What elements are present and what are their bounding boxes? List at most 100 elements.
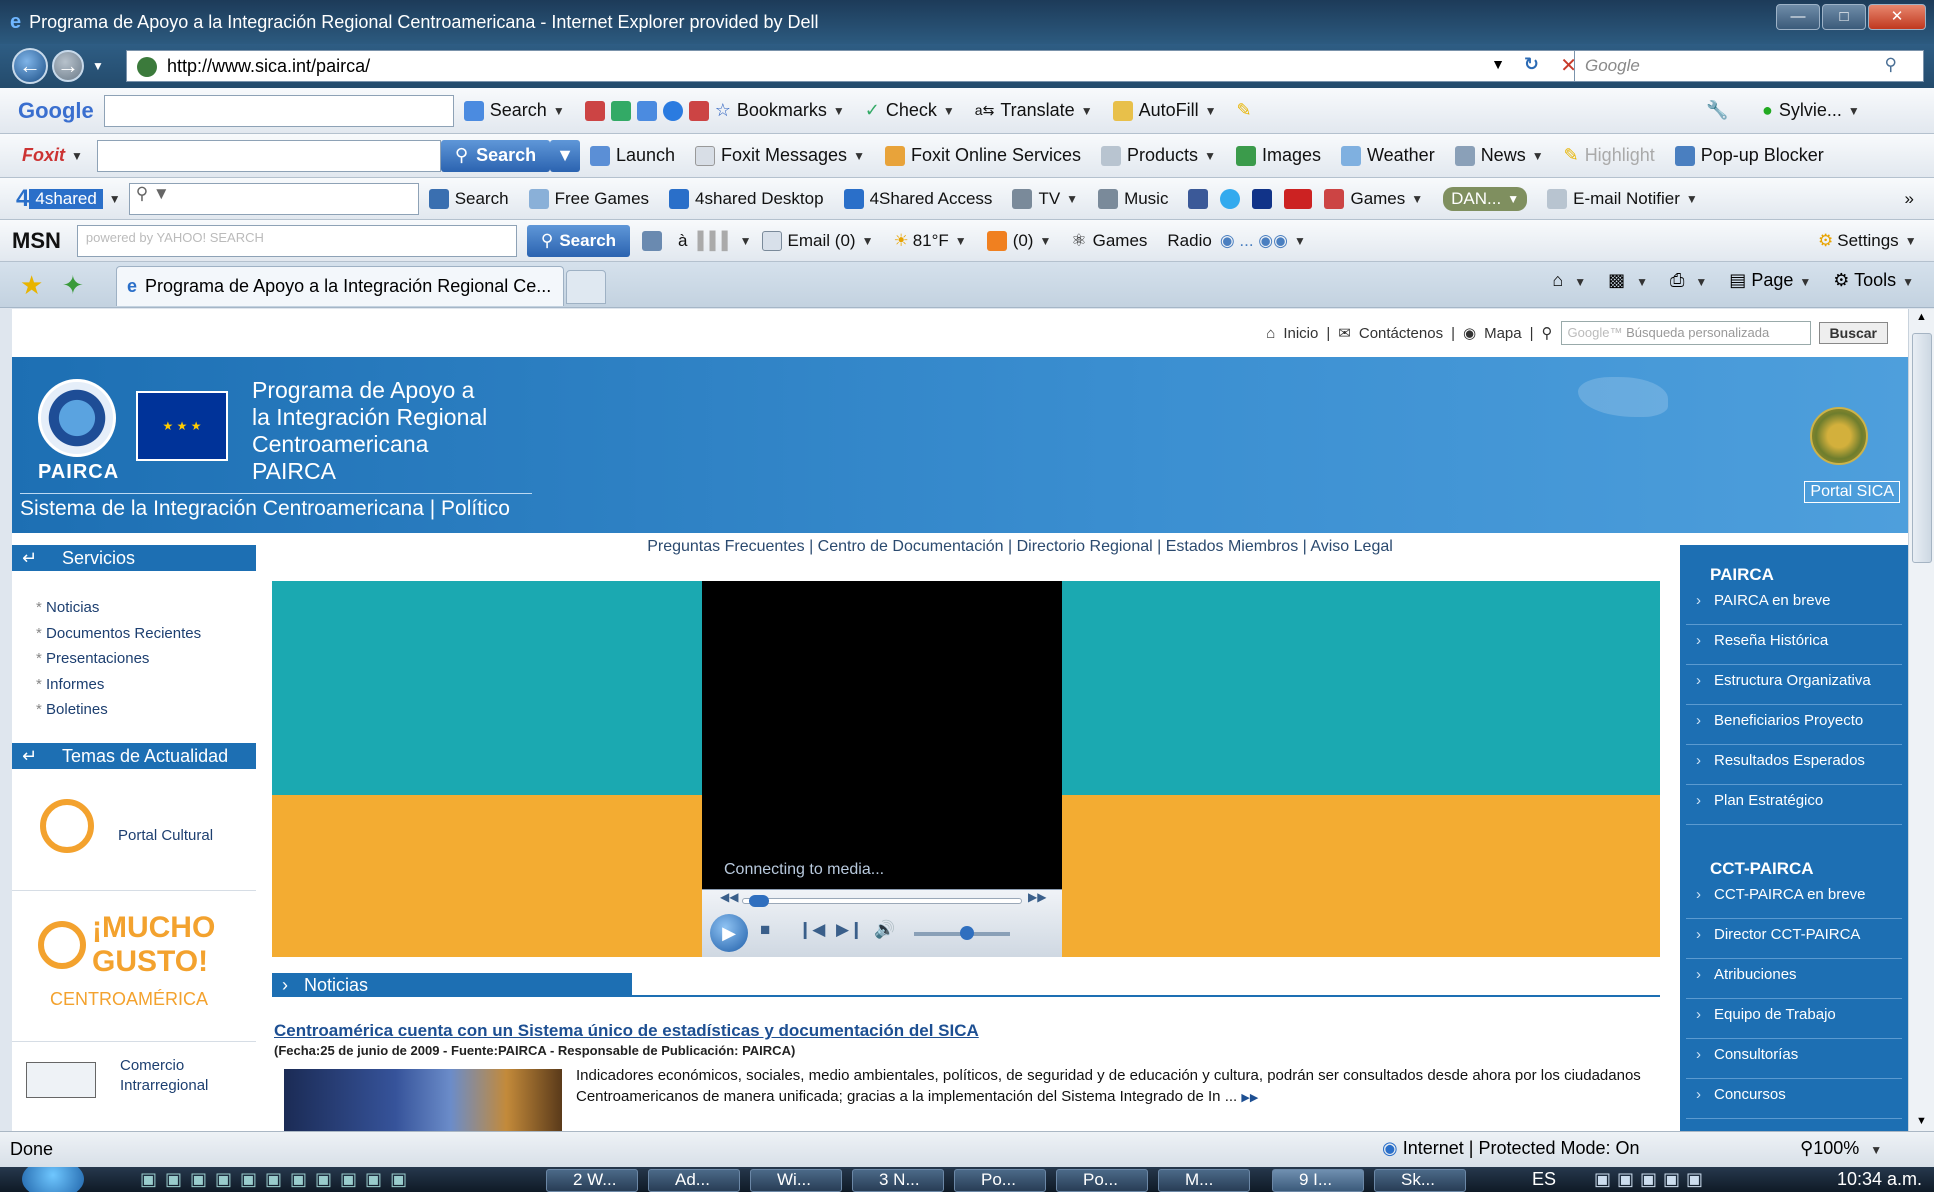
products-button[interactable]: Products ▼	[1101, 145, 1216, 166]
volume-slider[interactable]	[914, 926, 1010, 940]
topnav-contactenos[interactable]: Contáctenos	[1359, 325, 1443, 342]
minimize-button[interactable]: —	[1776, 4, 1820, 30]
sidebar-item-beneficiarios[interactable]: Beneficiarios Proyecto	[1686, 705, 1902, 745]
topnav-mapa[interactable]: Mapa	[1484, 325, 1522, 342]
foxit-search-dropdown-icon[interactable]: ▼	[550, 139, 580, 172]
myspace-icon[interactable]	[1252, 188, 1278, 209]
list-item[interactable]: Documentos Recientes	[36, 621, 201, 647]
msn-rss-button[interactable]: (0) ▼	[986, 230, 1051, 251]
refresh-icon[interactable]: ↻	[1524, 54, 1539, 75]
4shared-search-button[interactable]: Search	[428, 188, 509, 209]
msn-radio-button[interactable]: Radio ◉ ... ◉◉ ▼	[1167, 231, 1305, 251]
next-icon[interactable]: ▶❙	[836, 920, 863, 940]
scroll-down-icon[interactable]: ▼	[1916, 1115, 1927, 1127]
shield-icon[interactable]	[642, 230, 668, 251]
sidebar-item-plan-estrategico[interactable]: Plan Estratégico	[1686, 785, 1902, 825]
volume-icon[interactable]: 🔊	[874, 920, 895, 940]
taskbar-item[interactable]: Po...	[954, 1169, 1046, 1192]
topnav-inicio[interactable]: Inicio	[1283, 325, 1318, 342]
foxit-search-button[interactable]: ⚲ Search	[440, 139, 551, 172]
taskbar-item[interactable]: Po...	[1056, 1169, 1148, 1192]
page-menu[interactable]: ▤ Page ▼	[1729, 270, 1811, 291]
seek-knob[interactable]	[749, 895, 769, 907]
add-favorites-icon[interactable]: ✦	[62, 270, 84, 301]
google-user-menu[interactable]: ● Sylvie... ▼	[1762, 100, 1860, 121]
favorites-star-icon[interactable]: ★	[20, 270, 43, 301]
sidebar-item-director[interactable]: Director CCT-PAIRCA	[1686, 919, 1902, 959]
news-button[interactable]: News ▼	[1454, 145, 1544, 166]
home-icon[interactable]: ⌂ ▼	[1552, 270, 1586, 291]
address-dropdown-icon[interactable]: ▼	[1491, 56, 1505, 72]
taskbar-item[interactable]: M...	[1158, 1169, 1250, 1192]
address-url[interactable]: http://www.sica.int/pairca/	[167, 56, 370, 77]
bookmarks-button[interactable]: ☆ Bookmarks ▼	[584, 100, 845, 121]
search-icon[interactable]: ⚲	[1885, 55, 1897, 75]
font-icon[interactable]: à	[678, 231, 687, 251]
system-clock[interactable]: 10:34 a.m.	[1837, 1169, 1922, 1190]
pencil-icon[interactable]: ✎	[1237, 100, 1252, 121]
mucho-gusto-promo[interactable]: ¡MUCHO GUSTO! CENTROAMÉRICA	[12, 891, 256, 1041]
comercio-promo[interactable]: Comercio Intrarregional	[12, 1041, 256, 1131]
print-icon[interactable]: ⎙ ▼	[1670, 270, 1707, 291]
msn-search-button[interactable]: ⚲ Search	[526, 224, 631, 257]
news-thumbnail[interactable]	[284, 1069, 562, 1131]
msn-weather-button[interactable]: ☀ 81°F ▼	[893, 231, 966, 251]
security-zone[interactable]: ◉ Internet | Protected Mode: On	[1382, 1138, 1640, 1159]
comercio-link[interactable]: Comercio Intrarregional	[120, 1056, 250, 1096]
youtube-icon[interactable]	[1284, 188, 1318, 209]
list-item[interactable]: Informes	[36, 672, 201, 698]
popup-blocker-button[interactable]: Pop-up Blocker	[1674, 145, 1824, 166]
start-button[interactable]	[22, 1167, 84, 1192]
4shared-search-input[interactable]: ⚲ ▼	[128, 182, 419, 215]
maximize-button[interactable]: □	[1822, 4, 1866, 30]
news-headline-link[interactable]: Centroamérica cuenta con un Sistema únic…	[274, 1021, 979, 1041]
buscar-button[interactable]: Buscar	[1818, 322, 1888, 344]
4shared-logo[interactable]: 4 4shared ▼	[16, 185, 121, 213]
tab-active[interactable]: e Programa de Apoyo a la Integración Reg…	[116, 266, 564, 306]
email-notifier-button[interactable]: E-mail Notifier ▼	[1547, 188, 1698, 209]
taskbar-item[interactable]: Sk...	[1374, 1169, 1466, 1192]
pairca-logo-icon[interactable]	[38, 379, 116, 457]
stop-icon[interactable]: ■	[760, 920, 770, 940]
zoom-level[interactable]: ⚲100% ▼	[1800, 1138, 1882, 1159]
msn-search-input[interactable]: powered by YAHOO! SEARCH	[76, 224, 517, 257]
new-tab-button[interactable]	[566, 270, 606, 304]
volume-knob[interactable]	[960, 926, 974, 940]
msn-settings-button[interactable]: ⚙ Settings ▼	[1818, 231, 1917, 251]
launch-button[interactable]: Launch	[589, 145, 675, 166]
more-arrow-icon[interactable]: ▶▶	[1241, 1092, 1258, 1104]
radio-player[interactable]: DAN... ▼	[1443, 186, 1528, 211]
list-item[interactable]: Boletines	[36, 697, 201, 723]
language-indicator[interactable]: ES	[1532, 1169, 1556, 1190]
list-item[interactable]: Noticias	[36, 595, 201, 621]
google-search-button[interactable]: Search ▼	[463, 100, 565, 121]
tools-menu[interactable]: ⚙ Tools ▼	[1833, 270, 1914, 291]
toolbar-overflow-icon[interactable]: »	[1905, 189, 1914, 209]
sidebar-item-atribuciones[interactable]: Atribuciones	[1686, 959, 1902, 999]
taskbar-item[interactable]: 2 W...	[546, 1169, 638, 1192]
sidebar-item-resultados[interactable]: Resultados Esperados	[1686, 745, 1902, 785]
feeds-icon[interactable]: ▩ ▼	[1608, 270, 1648, 291]
taskbar-item[interactable]: 3 N...	[852, 1169, 944, 1192]
sidebar-item-pairca-en-breve[interactable]: PAIRCA en breve	[1686, 585, 1902, 625]
foxit-logo[interactable]: Foxit ▼	[22, 145, 83, 166]
browser-search-input[interactable]: Google ⚲	[1574, 50, 1924, 82]
4shared-access-button[interactable]: 4Shared Access	[843, 188, 992, 209]
free-games-button[interactable]: Free Games	[528, 188, 649, 209]
taskbar-item[interactable]: Wi...	[750, 1169, 842, 1192]
games-button[interactable]: Games ▼	[1324, 188, 1423, 209]
portal-cultural-link[interactable]: Portal Cultural	[118, 827, 213, 844]
sidebar-item-concursos[interactable]: Concursos	[1686, 1079, 1902, 1119]
sidebar-item-cct-en-breve[interactable]: CCT-PAIRCA en breve	[1686, 879, 1902, 919]
portal-sica-link[interactable]: Portal SICA	[1804, 481, 1900, 503]
signal-icon[interactable]: ▌▌▌ ▼	[698, 231, 752, 251]
scrollbar-thumb[interactable]	[1912, 333, 1932, 563]
close-button[interactable]: ✕	[1868, 4, 1926, 30]
address-bar[interactable]: http://www.sica.int/pairca/ ▼ ↻ ✕	[126, 50, 1590, 82]
weather-button[interactable]: Weather	[1340, 145, 1435, 166]
sidebar-item-equipo[interactable]: Equipo de Trabajo	[1686, 999, 1902, 1039]
history-dropdown-icon[interactable]: ▼	[92, 59, 104, 73]
sidebar-item-estructura[interactable]: Estructura Organizativa	[1686, 665, 1902, 705]
back-button[interactable]: ←	[12, 48, 48, 84]
media-player[interactable]: Connecting to media... ◀◀ ▶▶ ▶ ■ ❙◀ ▶❙ 🔊	[702, 581, 1062, 957]
